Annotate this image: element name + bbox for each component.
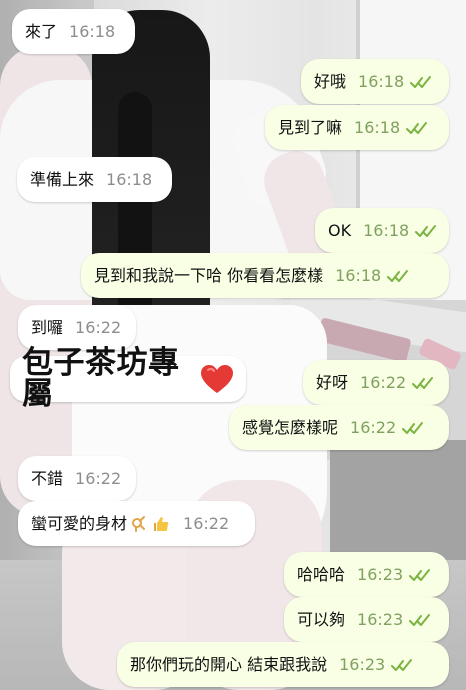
message-text: 不錯 (31, 468, 64, 488)
outgoing-message-bubble[interactable]: 好哦 16:18 (301, 59, 449, 104)
double-check-icon (406, 121, 428, 135)
outgoing-message-bubble[interactable]: 好呀 16:22 (303, 360, 449, 405)
message-text: 蠻可愛的身材 (31, 513, 128, 533)
double-check-icon (391, 658, 413, 672)
red-heart-icon (200, 364, 234, 394)
double-check-icon (409, 568, 431, 582)
message-time: 16:23 (357, 609, 404, 629)
message-time: 16:22 (75, 317, 122, 337)
outgoing-message-bubble[interactable]: 可以夠 16:23 (284, 597, 449, 642)
outgoing-message-bubble[interactable]: 那你們玩的開心 結束跟我說 16:23 (117, 642, 449, 687)
message-text: 好哦 (314, 71, 347, 91)
double-check-icon (402, 421, 424, 435)
message-text: 可以夠 (297, 609, 346, 629)
message-text: 那你們玩的開心 結束跟我說 (130, 654, 328, 674)
double-check-icon (412, 376, 434, 390)
message-time: 16:18 (69, 21, 116, 41)
double-check-icon (410, 75, 432, 89)
message-text: 哈哈哈 (297, 564, 346, 584)
message-time: 16:22 (360, 372, 407, 392)
message-time: 16:22 (350, 417, 397, 437)
outgoing-message-bubble[interactable]: 哈哈哈 16:23 (284, 552, 449, 597)
outgoing-message-bubble[interactable]: 感覺怎麼樣呢 16:22 (229, 405, 449, 450)
outgoing-message-bubble[interactable]: 見到了嘛 16:18 (265, 105, 449, 150)
message-time: 16:18 (358, 71, 405, 91)
message-time: 16:23 (339, 654, 386, 674)
message-text: 準備上來 (30, 169, 95, 189)
message-time: 16:22 (183, 513, 230, 533)
thumbs-up-icon (151, 514, 171, 534)
message-time: 16:18 (335, 265, 382, 285)
message-time: 16:18 (354, 117, 401, 137)
store-name-sticker[interactable]: 包子茶坊專屬 (10, 348, 246, 410)
incoming-message-bubble[interactable]: 蠻可愛的身材 16:22 (18, 501, 255, 546)
incoming-message-bubble[interactable]: 不錯 16:22 (18, 456, 136, 501)
message-text: 來了 (25, 21, 58, 41)
double-check-icon (387, 269, 409, 283)
outgoing-message-bubble[interactable]: OK 16:18 (315, 208, 449, 253)
sticker-text: 包子茶坊專屬 (22, 345, 180, 412)
message-text: 見到了嘛 (278, 117, 343, 137)
message-text: OK (328, 220, 352, 240)
message-text: 感覺怎麼樣呢 (242, 417, 339, 437)
message-time: 16:22 (75, 468, 122, 488)
double-check-icon (409, 613, 431, 627)
message-text: 好呀 (316, 372, 349, 392)
incoming-message-bubble[interactable]: 來了 16:18 (12, 9, 135, 54)
ok-hand-icon (129, 514, 149, 534)
message-text: 見到和我說一下哈 你看看怎麼樣 (94, 265, 324, 285)
outgoing-message-bubble[interactable]: 見到和我說一下哈 你看看怎麼樣 16:18 (81, 253, 449, 298)
incoming-message-bubble[interactable]: 到囉 16:22 (18, 305, 136, 350)
message-time: 16:18 (106, 169, 153, 189)
message-time: 16:23 (357, 564, 404, 584)
message-time: 16:18 (363, 220, 410, 240)
double-check-icon (415, 224, 437, 238)
incoming-message-bubble[interactable]: 準備上來 16:18 (17, 157, 172, 202)
message-text: 到囉 (31, 317, 64, 337)
